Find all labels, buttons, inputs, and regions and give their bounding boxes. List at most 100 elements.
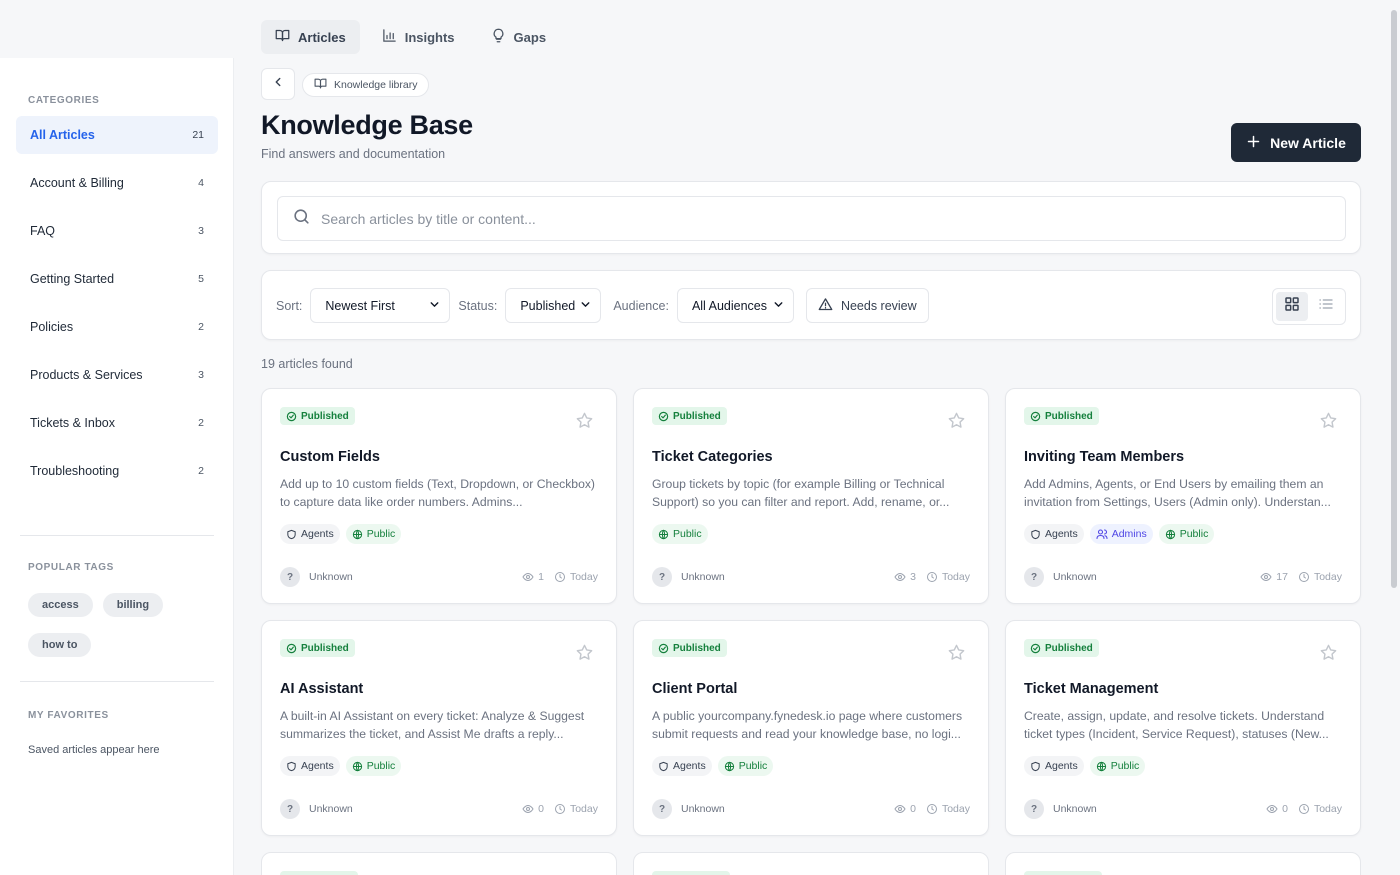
audience-label: Agents	[301, 760, 334, 772]
shield-icon	[658, 761, 669, 772]
bar-chart-icon	[382, 28, 397, 46]
categories-heading: CATEGORIES	[28, 95, 100, 106]
sidebar-divider	[20, 681, 214, 682]
sidebar-category-item[interactable]: Tickets & Inbox 2	[16, 404, 218, 442]
article-title[interactable]: Ticket Categories	[652, 449, 773, 465]
list-view-button[interactable]	[1311, 292, 1343, 321]
audience-label: Public	[673, 528, 702, 540]
category-label: Getting Started	[30, 272, 115, 286]
clock-icon	[1298, 803, 1310, 815]
clock-icon	[554, 803, 566, 815]
article-footer: ? Unknown 17 Today	[1024, 567, 1342, 587]
category-count: 2	[198, 465, 204, 477]
tag-chip[interactable]: access	[28, 593, 93, 617]
sort-select[interactable]: Newest First	[310, 288, 451, 323]
article-title[interactable]: Custom Fields	[280, 449, 380, 465]
clock-icon	[926, 571, 938, 583]
article-card[interactable]: Published Client Portal A public yourcompa…	[633, 620, 989, 836]
updated-date-value: Today	[1313, 571, 1342, 583]
view-count-value: 0	[538, 803, 544, 815]
search-input[interactable]	[321, 210, 1221, 227]
sidebar-category-item[interactable]: Products & Services 3	[16, 356, 218, 394]
view-count-value: 0	[1282, 803, 1288, 815]
article-footer: ? Unknown 0 Today	[280, 799, 598, 819]
check-circle-icon	[658, 643, 669, 654]
search-box[interactable]	[277, 196, 1346, 241]
tab-articles[interactable]: Articles	[261, 20, 360, 54]
status-badge	[1024, 871, 1102, 875]
star-icon[interactable]	[947, 643, 966, 667]
audience-label: Public	[366, 528, 396, 540]
article-description: A built-in AI Assistant on every ticket:…	[280, 709, 585, 741]
needs-review-button[interactable]: Needs review	[805, 288, 929, 323]
sidebar-category-item[interactable]: Policies 2	[16, 308, 218, 346]
article-card[interactable]: Published Ticket Management Create, assign…	[1005, 620, 1361, 836]
back-button[interactable]	[261, 68, 295, 100]
article-description: Group tickets by topic (for example Bill…	[652, 477, 950, 509]
audience-label: Agents	[301, 528, 334, 540]
sidebar-category-item[interactable]: Troubleshooting 2	[16, 452, 218, 490]
audience-select[interactable]: All Audiences	[676, 288, 794, 323]
article-meta: 0 Today	[1266, 803, 1342, 815]
search-icon	[292, 207, 311, 231]
globe-icon	[1165, 529, 1176, 540]
status-badge: Published	[1024, 407, 1099, 425]
sidebar-category-item[interactable]: FAQ 3	[16, 212, 218, 250]
scrollbar[interactable]	[1391, 10, 1397, 588]
view-toggle	[1272, 288, 1346, 325]
updated-date-value: Today	[1313, 803, 1342, 815]
article-footer: ? Unknown 1 Today	[280, 567, 598, 587]
globe-icon	[352, 761, 363, 772]
star-icon[interactable]	[1319, 411, 1338, 435]
view-count: 3	[894, 571, 916, 583]
article-card[interactable]: Published AI Assistant A built-in AI Assis…	[261, 620, 617, 836]
article-card[interactable]: Published Inviting Team Members Add Admins…	[1005, 388, 1361, 604]
article-card[interactable]: Published Custom Fields Add up to 10 custo…	[261, 388, 617, 604]
clock-icon	[1298, 571, 1310, 583]
star-icon[interactable]	[1319, 643, 1338, 667]
avatar: ?	[652, 567, 672, 587]
article-description: Add up to 10 custom fields (Text, Dropdo…	[280, 477, 595, 509]
clock-icon	[554, 571, 566, 583]
article-title[interactable]: Client Portal	[652, 681, 737, 697]
tag-chip[interactable]: billing	[102, 593, 164, 617]
audience-label: Public	[738, 760, 768, 772]
author: ? Unknown	[652, 799, 725, 819]
breadcrumb[interactable]: Knowledge library	[302, 73, 430, 97]
avatar: ?	[652, 799, 672, 819]
tag-chip[interactable]: how to	[28, 633, 92, 657]
article-title[interactable]: Ticket Management	[1024, 681, 1158, 697]
article-title[interactable]: AI Assistant	[280, 681, 363, 697]
tab-gaps[interactable]: Gaps	[477, 20, 561, 54]
article-card[interactable]: Published Ticket Categories Group tickets …	[633, 388, 989, 604]
view-count: 0	[894, 803, 916, 815]
sidebar-category-item[interactable]: Getting Started 5	[16, 260, 218, 298]
status-badge	[280, 871, 358, 875]
article-card[interactable]	[1005, 852, 1361, 875]
book-icon	[275, 28, 290, 46]
category-count: 21	[192, 129, 204, 141]
view-count-value: 17	[1276, 571, 1288, 583]
article-card[interactable]	[633, 852, 989, 875]
sidebar-category-item[interactable]: All Articles 21	[16, 116, 218, 154]
shield-icon	[1030, 529, 1041, 540]
chevron-left-icon	[271, 75, 285, 94]
article-card[interactable]	[261, 852, 617, 875]
status-badge: Published	[280, 407, 355, 425]
star-icon[interactable]	[575, 411, 594, 435]
status-label: Published	[1045, 642, 1093, 654]
sidebar-category-item[interactable]: Account & Billing 4	[16, 164, 218, 202]
star-icon[interactable]	[947, 411, 966, 435]
sidebar-divider	[20, 535, 214, 536]
new-article-button[interactable]: New Article	[1231, 123, 1361, 162]
author: ? Unknown	[652, 567, 725, 587]
grid-view-button[interactable]	[1276, 292, 1308, 321]
star-icon[interactable]	[575, 643, 594, 667]
avatar: ?	[280, 799, 300, 819]
author-name: Unknown	[309, 571, 353, 583]
status-select[interactable]: Published	[505, 288, 602, 323]
eye-icon	[1260, 571, 1272, 583]
article-title[interactable]: Inviting Team Members	[1024, 449, 1184, 465]
status-badge: Published	[652, 407, 727, 425]
tab-insights[interactable]: Insights	[368, 20, 469, 54]
